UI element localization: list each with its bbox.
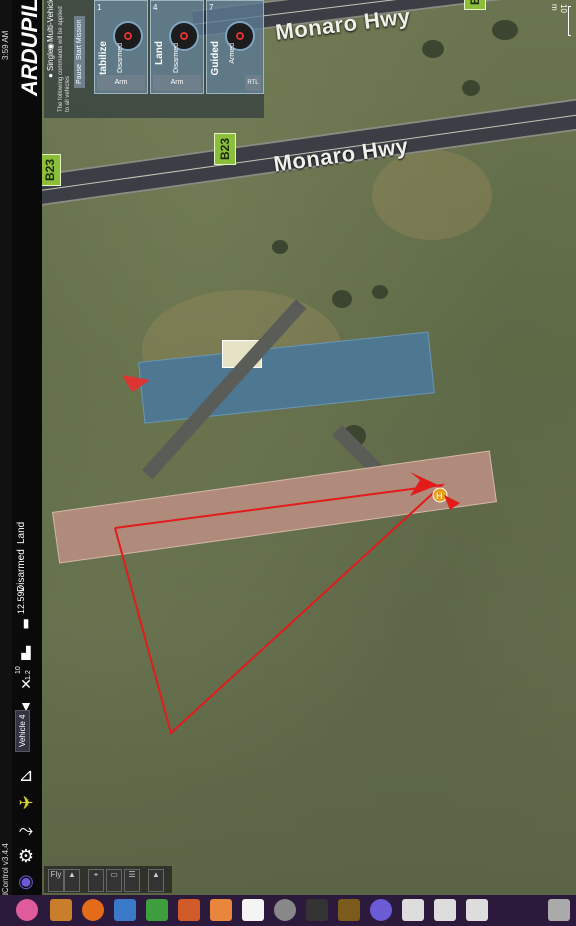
vehicle-arm-state: Disarmed [173, 43, 180, 73]
takeoff-button[interactable]: ▲ [64, 869, 80, 892]
vehicle-card-1[interactable]: 1 Stabilize Disarmed Arm [94, 0, 148, 94]
vehicle-arrow-icon [122, 375, 150, 392]
vehicle-number: 7 [209, 3, 214, 12]
drive-icon[interactable] [434, 899, 456, 921]
menu-icon[interactable]: ☰ [124, 869, 140, 892]
map-view[interactable]: Monaro Hwy Monaro Hwy B23 B23 B23 H [42, 0, 576, 895]
fly-tools: Fly ▲ ⌖ ▭ ☰ ▲ [44, 866, 172, 893]
taskbar [0, 895, 576, 926]
software-center-icon[interactable] [210, 899, 232, 921]
clock: 3:59 AM [1, 30, 10, 60]
vehicle-mode: Land [154, 41, 165, 65]
arm-button[interactable]: Arm [153, 75, 201, 91]
terminal-icon[interactable] [306, 899, 328, 921]
desktop: Monaro Hwy Monaro Hwy B23 B23 B23 H [0, 0, 576, 926]
settings-icon[interactable]: ⚙ [14, 846, 38, 867]
amazon-icon[interactable] [242, 899, 264, 921]
arm-state-indicator[interactable]: Disarmed [16, 549, 27, 592]
spreadsheet-icon[interactable] [146, 899, 168, 921]
plan-icon[interactable]: ⤳ [14, 820, 38, 841]
presentation-icon[interactable] [178, 899, 200, 921]
drive-icon[interactable] [466, 899, 488, 921]
fly-icon[interactable]: ✈ [14, 793, 38, 814]
battery-icon[interactable]: ▮ [14, 616, 38, 630]
gps-hdop: 1.2 [25, 670, 32, 680]
arm-button[interactable]: Arm [97, 75, 145, 91]
left-toolbar: QGroundControl v3.4.4 3:59 AM ARDUPILOT … [0, 0, 42, 926]
vehicle-number: 4 [153, 3, 158, 12]
files-manager-icon[interactable] [114, 899, 136, 921]
multi-vehicle-radio[interactable]: ◉ [46, 43, 55, 50]
multi-vehicle-note: The following commands will be applied t… [58, 6, 71, 112]
vehicle-arm-state: Disarmed [117, 43, 124, 73]
rtl-button[interactable]: RTL [245, 75, 261, 91]
monitor-icon[interactable] [338, 899, 360, 921]
vehicle-number: 1 [97, 3, 102, 12]
map-scale-bar [568, 6, 571, 36]
gps-count: 10 [15, 666, 22, 674]
multi-vehicle-panel: ● Single ◉ Multi-Vehicle The following c… [44, 0, 264, 118]
drive-icon[interactable] [402, 899, 424, 921]
vehicle-card-4[interactable]: 4 Land Disarmed Arm [150, 0, 204, 94]
mission-flight-path: H [114, 375, 460, 735]
battery-voltage[interactable]: 12.59v [16, 587, 26, 614]
qgc-logo-icon[interactable]: ◉ [14, 871, 38, 892]
fly-tools-label: Fly [48, 869, 64, 892]
multi-vehicle-label: Multi-Vehicle [46, 0, 55, 42]
files-icon[interactable] [50, 899, 72, 921]
analyze-icon[interactable]: ⊿ [14, 765, 38, 786]
settings-icon[interactable] [274, 899, 296, 921]
home-marker-label: H [436, 491, 443, 501]
vehicle-card-7[interactable]: 7 Guided Armed RTL [206, 0, 264, 94]
vehicle-mode: Guided [210, 41, 221, 76]
rc-rssi-icon[interactable]: ▟ [14, 646, 38, 660]
vehicle-selector[interactable]: Vehicle 4 [15, 709, 30, 752]
vehicle-arm-state: Armed [229, 43, 236, 64]
center-map-icon[interactable]: ⌖ [88, 869, 104, 892]
firefox-icon[interactable] [82, 899, 104, 921]
compass-icon[interactable]: ▲ [148, 869, 164, 892]
qgc-icon[interactable] [370, 899, 392, 921]
system-status-bar [0, 0, 12, 926]
single-vehicle-radio[interactable]: ● Single [46, 49, 55, 78]
ubuntu-icon[interactable] [16, 899, 38, 921]
pause-all-button[interactable]: Pause [74, 60, 85, 88]
trash-icon[interactable] [548, 899, 570, 921]
map-scale-label: 10 m [550, 4, 568, 13]
ardupilot-logo: ARDUPILOT [17, 0, 42, 96]
flight-mode-indicator[interactable]: Land [16, 522, 27, 544]
start-mission-all-button[interactable]: Start Mission [74, 15, 85, 64]
map-layer-icon[interactable]: ▭ [106, 869, 122, 892]
